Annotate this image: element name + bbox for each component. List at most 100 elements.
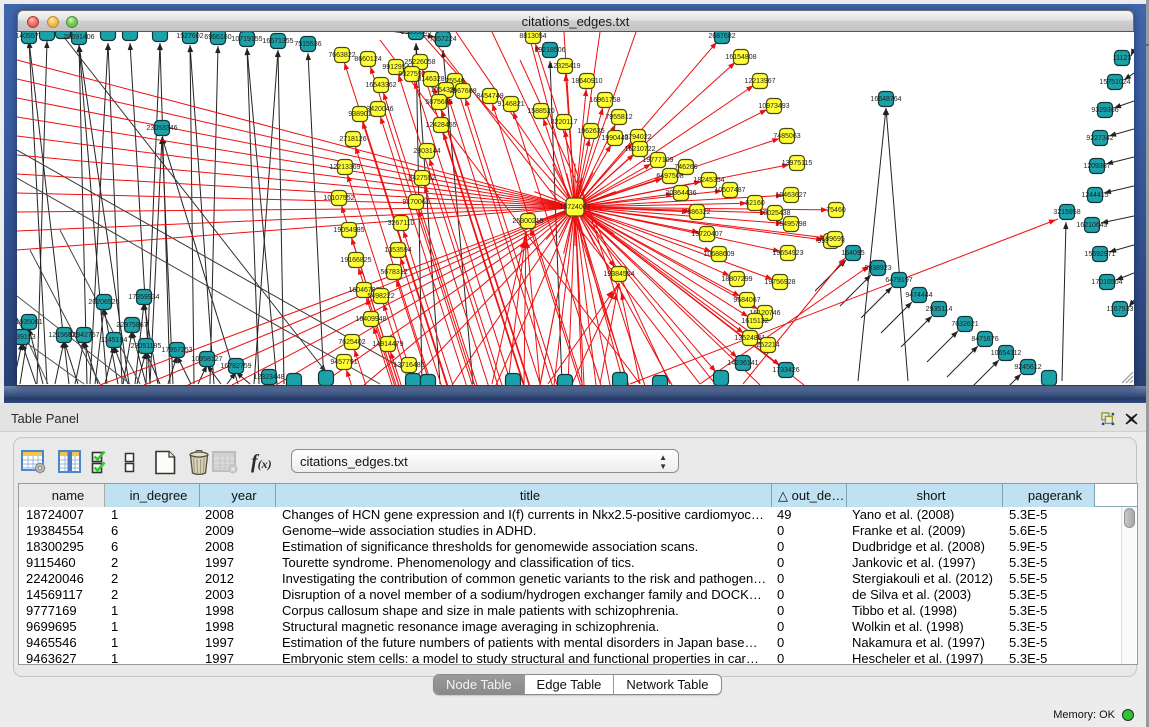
- svg-text:89695: 89695: [825, 236, 845, 243]
- svg-text:8220117: 8220117: [551, 119, 578, 126]
- svg-text:19218506: 19218506: [534, 47, 565, 54]
- svg-text:1588520: 1588520: [527, 108, 554, 115]
- svg-text:10654112: 10654112: [991, 350, 1022, 357]
- svg-text:9329366: 9329366: [1091, 107, 1118, 114]
- svg-text:5875685: 5875685: [425, 99, 452, 106]
- svg-text:5678312: 5678312: [380, 269, 407, 276]
- svg-text:23053346: 23053346: [146, 125, 177, 132]
- svg-text:1209387: 1209387: [1083, 163, 1110, 170]
- svg-text:18807299: 18807299: [721, 276, 752, 283]
- svg-text:16409948: 16409948: [355, 316, 386, 323]
- svg-text:18245354: 18245354: [693, 177, 724, 184]
- svg-text:16210643: 16210643: [1076, 222, 1107, 229]
- svg-text:17359934: 17359934: [128, 294, 159, 301]
- svg-text:7886322: 7886322: [683, 209, 710, 216]
- svg-text:7485063: 7485063: [773, 133, 800, 140]
- svg-text:25226058: 25226058: [404, 59, 435, 66]
- svg-text:2967608: 2967608: [449, 88, 476, 95]
- svg-text:25300215: 25300215: [512, 218, 543, 225]
- svg-text:7857224: 7857224: [429, 36, 456, 43]
- svg-text:8454749: 8454749: [476, 93, 503, 100]
- svg-text:10719155: 10719155: [231, 36, 262, 43]
- svg-text:1405572: 1405572: [17, 33, 43, 40]
- svg-text:8427552: 8427552: [408, 175, 435, 182]
- svg-text:1615132: 1615132: [741, 318, 768, 325]
- svg-text:17957253: 17957253: [161, 347, 192, 354]
- svg-text:16648764: 16648764: [870, 96, 901, 103]
- svg-text:6966160: 6966160: [204, 34, 231, 41]
- svg-text:2687682: 2687682: [708, 33, 735, 40]
- svg-text:75460: 75460: [826, 207, 846, 214]
- svg-text:1167533: 1167533: [1107, 306, 1134, 313]
- svg-text:8938923: 8938923: [864, 265, 891, 272]
- svg-text:1145194: 1145194: [101, 337, 128, 344]
- svg-text:6794022: 6794022: [624, 134, 651, 141]
- svg-text:19054985: 19054985: [333, 227, 364, 234]
- svg-text:11123: 11123: [1113, 55, 1132, 62]
- svg-text:6479197: 6479197: [885, 277, 912, 284]
- svg-text:9227342: 9227342: [1086, 135, 1113, 142]
- svg-text:5498222: 5498222: [367, 293, 394, 300]
- svg-text:20691406: 20691406: [63, 34, 94, 41]
- svg-text:13975115: 13975115: [782, 160, 813, 167]
- svg-text:16210722: 16210722: [624, 146, 655, 153]
- svg-text:22975867: 22975867: [116, 322, 147, 329]
- svg-text:10688609: 10688609: [703, 251, 734, 258]
- svg-text:8471676: 8471676: [971, 336, 998, 343]
- svg-text:19756928: 19756928: [764, 279, 795, 286]
- svg-text:8813054: 8813054: [519, 33, 546, 40]
- svg-text:9457791: 9457791: [330, 359, 357, 366]
- svg-text:18724007: 18724007: [559, 204, 590, 211]
- svg-text:252214: 252214: [756, 342, 779, 349]
- svg-text:3215958: 3215958: [1053, 209, 1080, 216]
- svg-text:16671355: 16671355: [262, 38, 293, 45]
- svg-text:19384554: 19384554: [603, 271, 634, 278]
- svg-text:18640910: 18640910: [571, 78, 602, 85]
- svg-text:12213369: 12213369: [329, 164, 360, 171]
- svg-text:14236141: 14236141: [727, 360, 758, 367]
- svg-text:12428455: 12428455: [425, 122, 456, 129]
- svg-text:62160: 62160: [745, 200, 765, 207]
- svg-text:1353594: 1353594: [384, 247, 411, 254]
- svg-text:746266: 746266: [674, 164, 697, 171]
- svg-text:2939153: 2939153: [17, 334, 36, 341]
- svg-text:12213967: 12213967: [744, 78, 775, 85]
- svg-text:7515536: 7515536: [294, 41, 321, 48]
- svg-text:13716485: 13716485: [393, 362, 424, 369]
- svg-text:14914479: 14914479: [372, 341, 403, 348]
- svg-text:16543362: 16543362: [365, 82, 396, 89]
- svg-text:16154808: 16154808: [725, 54, 756, 61]
- svg-text:7632621: 7632621: [951, 321, 978, 328]
- svg-text:19654923: 19654923: [772, 250, 803, 257]
- svg-text:1527602: 1527602: [176, 33, 203, 40]
- svg-text:7955812: 7955812: [605, 114, 632, 121]
- svg-text:2803144: 2803144: [413, 148, 440, 155]
- svg-text:12942757: 12942757: [68, 332, 99, 339]
- svg-text:8660124: 8660124: [354, 56, 381, 63]
- svg-text:16961758: 16961758: [589, 97, 620, 104]
- svg-text:1962635: 1962635: [577, 128, 604, 135]
- svg-text:7625402: 7625402: [338, 339, 365, 346]
- svg-text:19777109: 19777109: [642, 157, 673, 164]
- svg-text:7663822: 7663822: [328, 52, 355, 59]
- svg-text:9146821: 9146821: [497, 101, 524, 108]
- svg-text:15692971: 15692971: [1084, 251, 1115, 258]
- svg-text:9170061: 9170061: [402, 199, 429, 206]
- svg-text:2718126: 2718126: [339, 136, 366, 143]
- svg-text:9684067: 9684067: [733, 297, 760, 304]
- svg-text:9474444: 9474444: [905, 292, 932, 299]
- svg-text:1733426: 1733426: [772, 367, 799, 374]
- svg-text:3267110: 3267110: [388, 220, 415, 227]
- svg-text:2935114: 2935114: [926, 306, 953, 313]
- svg-text:10025438: 10025438: [759, 210, 790, 217]
- svg-text:10958127: 10958127: [191, 356, 222, 363]
- svg-text:164095: 164095: [841, 250, 864, 257]
- svg-text:6497508: 6497508: [656, 173, 683, 180]
- svg-text:19166825: 19166825: [340, 257, 371, 264]
- svg-text:17016504: 17016504: [1091, 279, 1122, 286]
- svg-text:10033809: 10033809: [400, 32, 431, 36]
- svg-text:20206526: 20206526: [88, 299, 119, 306]
- svg-text:12325419: 12325419: [549, 63, 580, 70]
- svg-text:16782759: 16782759: [220, 363, 251, 370]
- svg-text:15495798: 15495798: [775, 221, 806, 228]
